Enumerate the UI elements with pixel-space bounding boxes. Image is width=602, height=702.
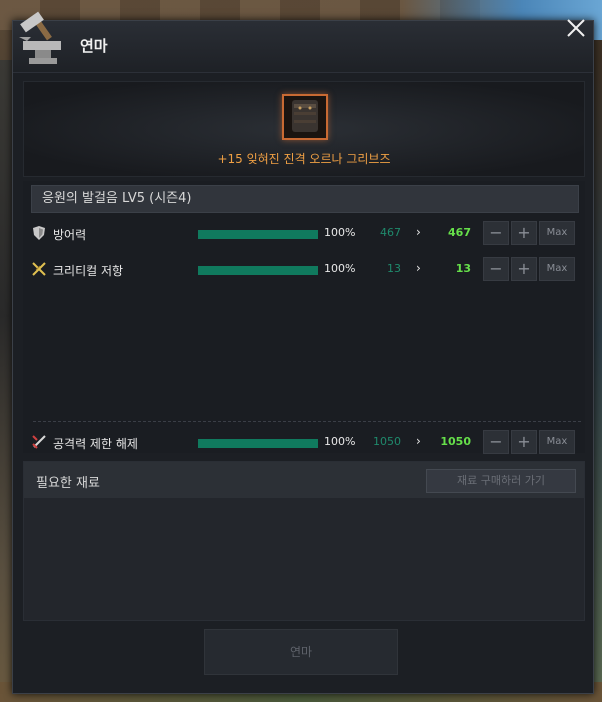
progress-fill [198,230,318,239]
progress-bar [198,439,318,448]
anvil-hammer-icon [19,11,61,64]
plus-button[interactable]: + [511,257,537,281]
greaves-icon [292,100,318,132]
new-value: 13 [455,262,471,275]
max-button[interactable]: Max [539,430,575,454]
progress-fill [198,266,318,275]
progress-bar [198,230,318,239]
progress-percent: 100% [324,435,356,448]
new-value: 1050 [440,435,471,448]
materials-title: 필요한 재료 [36,476,100,491]
buy-materials-button[interactable]: 재료 구매하러 가기 [426,469,576,493]
stat-label: 공격력 제한 해제 [53,437,138,451]
polish-button[interactable]: 연마 [204,629,398,675]
stats-panel: 응원의 발걸음 LV5 (시즌4) 방어력 100% 467 › 467 − +… [23,181,585,456]
stat-row-crit-resist: 크리티컬 저항 100% 13 › 13 − + Max [31,257,579,283]
old-value: 467 [380,226,401,239]
close-icon[interactable] [563,15,589,41]
minus-button[interactable]: − [483,221,509,245]
progress-fill [198,439,318,448]
polish-window: 연마 +15 잊혀진 진격 오르나 그리브즈 응원의 발걸음 LV5 (시즌4) [12,11,594,694]
arrow-icon: › [416,434,421,448]
minus-button[interactable]: − [483,257,509,281]
window-title: 연마 [80,37,108,55]
item-name: +15 잊혀진 진격 오르나 그리브즈 [217,152,391,166]
sword-icon [32,435,46,449]
progress-percent: 100% [324,262,356,275]
materials-panel: 필요한 재료 재료 구매하러 가기 [23,461,585,621]
plus-button[interactable]: + [511,430,537,454]
item-slot[interactable] [282,94,328,140]
max-button[interactable]: Max [539,257,575,281]
stat-label: 크리티컬 저항 [53,264,124,278]
stats-section-header: 응원의 발걸음 LV5 (시즌4) [31,185,579,213]
materials-header: 필요한 재료 재료 구매하러 가기 [24,462,584,498]
stat-label: 방어력 [53,228,87,242]
new-value: 467 [448,226,471,239]
progress-bar [198,266,318,275]
item-panel: +15 잊혀진 진격 오르나 그리브즈 [23,81,585,177]
arrow-icon: › [416,261,421,275]
old-value: 1050 [373,435,401,448]
shield-icon [33,226,45,240]
titlebar: 연마 [13,11,593,73]
stat-row-attack-limit: 공격력 제한 해제 100% 1050 › 1050 − + Max [31,430,579,456]
old-value: 13 [387,262,401,275]
plus-button[interactable]: + [511,221,537,245]
arrow-icon: › [416,225,421,239]
crossed-swords-icon [32,262,46,276]
stat-row-defense: 방어력 100% 467 › 467 − + Max [31,221,579,247]
divider [33,421,581,422]
minus-button[interactable]: − [483,430,509,454]
max-button[interactable]: Max [539,221,575,245]
progress-percent: 100% [324,226,356,239]
